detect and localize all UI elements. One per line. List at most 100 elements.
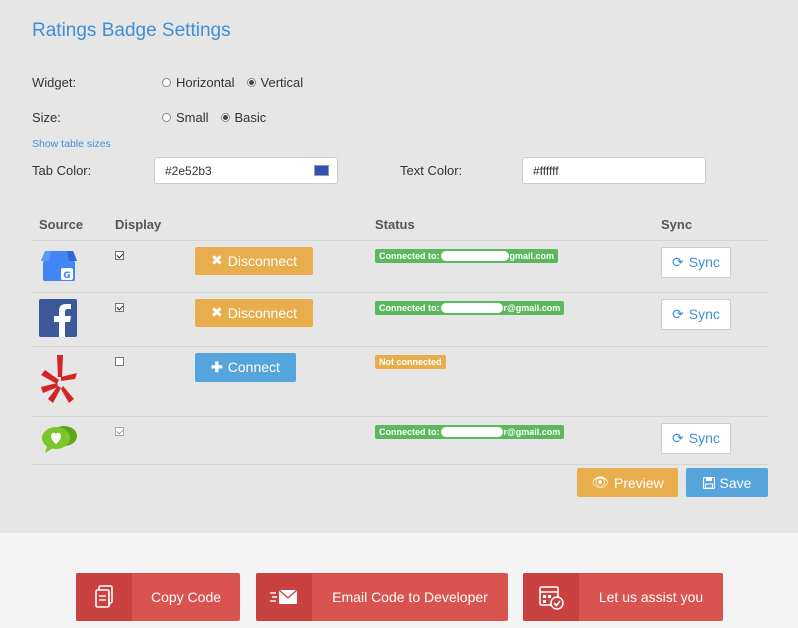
sync-header: Sync — [653, 210, 768, 241]
table-row: Connected to: r@gmail.com ⟳ Sync — [31, 416, 768, 465]
widget-horizontal-radio[interactable] — [162, 78, 171, 87]
settings-panel: Ratings Badge Settings Widget: Horizonta… — [0, 0, 798, 533]
tab-color-label: Tab Color: — [32, 163, 92, 178]
show-table-sizes-link[interactable]: Show table sizes — [32, 138, 111, 150]
size-radio-group: Small Basic — [162, 110, 266, 125]
status-prefix: Connected to: — [379, 302, 440, 313]
display-checkbox[interactable] — [115, 356, 124, 366]
size-option-basic[interactable]: Basic — [220, 110, 267, 125]
display-checkbox — [115, 426, 124, 436]
redacted-email — [440, 250, 509, 261]
facebook-icon — [39, 298, 77, 337]
display-cell — [107, 346, 187, 417]
floppy-disk-icon — [702, 476, 715, 489]
status-header: Status — [367, 210, 653, 241]
preview-button[interactable]: 👁 Preview — [577, 468, 678, 497]
source-cell — [31, 346, 107, 417]
sync-button[interactable]: ⟳ Sync — [661, 246, 731, 278]
connect-label: Connect — [227, 359, 280, 375]
widget-radio-group: Horizontal Vertical — [162, 75, 303, 90]
size-label: Size: — [32, 110, 61, 125]
size-option-small[interactable]: Small — [162, 110, 209, 125]
status-cell: Connected to: r@gmail.com — [367, 416, 653, 465]
yelp-icon — [41, 354, 77, 403]
status-suffix: r@gmail.com — [503, 426, 561, 437]
assist-button[interactable]: Let us assist you — [523, 573, 723, 621]
save-button[interactable]: Save — [686, 468, 768, 497]
assist-label: Let us assist you — [598, 589, 704, 605]
calendar-check-icon — [539, 586, 564, 610]
table-row: G ✖ Disconnect Connected to: gmail.com ⟳… — [31, 240, 768, 293]
send-email-icon — [270, 589, 298, 604]
source-cell — [31, 416, 107, 465]
status-prefix: Connected to: — [379, 426, 440, 437]
sync-cell — [653, 346, 768, 417]
preview-label: Preview — [613, 474, 664, 491]
status-badge: Not connected — [375, 354, 446, 369]
page-title: Ratings Badge Settings — [32, 20, 231, 41]
copy-code-icon-box — [76, 573, 132, 621]
refresh-icon: ⟳ — [672, 429, 684, 446]
size-small-label: Small — [176, 110, 209, 125]
close-icon: ✖ — [211, 252, 223, 268]
action-cell: ✚ Connect — [187, 346, 367, 417]
disconnect-label: Disconnect — [227, 252, 297, 269]
sources-table: Source Display Status Sync G ✖ Disconnec… — [31, 210, 768, 465]
disconnect-button[interactable]: ✖ Disconnect — [195, 298, 313, 327]
sync-label: Sync — [688, 430, 720, 446]
widget-label: Widget: — [32, 75, 77, 90]
display-header: Display — [107, 210, 187, 241]
display-cell — [107, 416, 187, 465]
email-code-label: Email Code to Developer — [332, 589, 488, 605]
text-color-input[interactable]: #ffffff — [522, 157, 706, 184]
sync-label: Sync — [688, 306, 720, 322]
display-cell — [107, 292, 187, 347]
widget-vertical-label: Vertical — [260, 75, 304, 90]
eye-icon: 👁 — [591, 474, 609, 490]
redacted-email — [440, 426, 503, 437]
table-row: ✖ Disconnect Connected to: r@gmail.com ⟳… — [31, 292, 768, 347]
status-cell: Not connected — [367, 346, 653, 417]
copy-code-label: Copy Code — [150, 589, 222, 605]
save-label: Save — [719, 474, 752, 491]
sync-button[interactable]: ⟳ Sync — [661, 298, 731, 330]
svg-text:G: G — [63, 271, 70, 281]
widget-horizontal-label: Horizontal — [176, 75, 235, 90]
action-cell — [187, 416, 367, 465]
widget-option-horizontal[interactable]: Horizontal — [162, 75, 235, 90]
display-checkbox[interactable] — [115, 302, 124, 312]
status-badge: Connected to: gmail.com — [375, 248, 559, 263]
widget-vertical-radio[interactable] — [246, 78, 256, 87]
sync-label: Sync — [688, 254, 720, 270]
source-cell: G — [31, 240, 107, 293]
size-basic-radio[interactable] — [220, 113, 230, 122]
close-icon: ✖ — [211, 304, 223, 320]
connect-button[interactable]: ✚ Connect — [195, 352, 296, 382]
assist-icon-box — [523, 573, 579, 621]
size-small-radio[interactable] — [162, 113, 171, 122]
copy-code-button[interactable]: Copy Code — [76, 573, 240, 621]
display-checkbox[interactable] — [115, 250, 124, 260]
table-row: ✚ Connect Not connected — [31, 346, 768, 417]
action-cell: ✖ Disconnect — [187, 292, 367, 347]
status-cell: Connected to: gmail.com — [367, 240, 653, 293]
size-basic-label: Basic — [234, 110, 267, 125]
status-badge: Connected to: r@gmail.com — [375, 424, 565, 439]
refresh-icon: ⟳ — [672, 253, 684, 270]
sync-cell: ⟳ Sync — [653, 240, 768, 293]
email-code-button[interactable]: Email Code to Developer — [256, 573, 508, 621]
source-cell — [31, 292, 107, 347]
sync-cell: ⟳ Sync — [653, 416, 768, 465]
widget-option-vertical[interactable]: Vertical — [246, 75, 304, 90]
tab-color-swatch[interactable] — [314, 165, 329, 176]
copy-document-icon — [95, 585, 113, 608]
sync-button[interactable]: ⟳ Sync — [661, 422, 731, 454]
source-header: Source — [31, 210, 107, 241]
disconnect-button[interactable]: ✖ Disconnect — [195, 246, 313, 275]
tab-color-value: #2e52b3 — [165, 163, 212, 178]
display-cell — [107, 240, 187, 293]
form-actions: 👁 Preview Save — [577, 468, 768, 497]
action-cell: ✖ Disconnect — [187, 240, 367, 293]
status-suffix: r@gmail.com — [503, 302, 561, 313]
tab-color-input[interactable]: #2e52b3 — [154, 157, 338, 184]
